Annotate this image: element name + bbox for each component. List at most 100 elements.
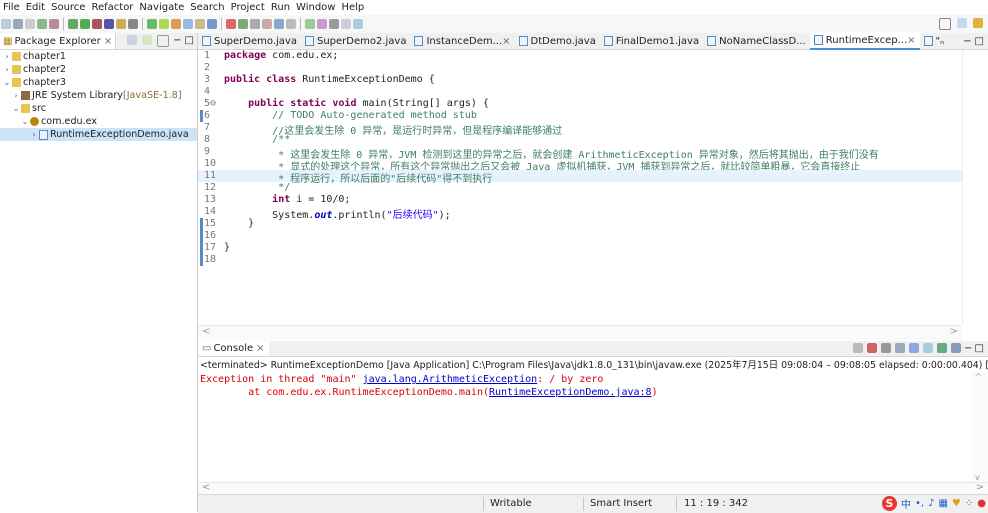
clear-console-icon[interactable] [895, 343, 906, 353]
editor-horizontal-scrollbar[interactable]: < > [198, 325, 962, 340]
scroll-left-icon[interactable]: < [202, 326, 210, 337]
menu-search[interactable]: Search [187, 2, 227, 13]
cursor-position[interactable]: 11 : 19 : 342 [684, 498, 748, 509]
scroll-left-icon[interactable]: < [202, 482, 210, 493]
code-editor[interactable]: 1 package com.edu.ex; 2 3 public class Runti… [198, 50, 962, 325]
view-menu-icon[interactable] [157, 35, 170, 47]
remove-all-icon[interactable] [881, 343, 892, 353]
collapsed-icon[interactable]: › [29, 130, 39, 139]
toolbar-button-icon[interactable] [305, 19, 315, 29]
expanded-icon[interactable]: ⌄ [2, 78, 12, 87]
editor-tab[interactable]: NoNameClassD... [703, 33, 810, 49]
editor-tab[interactable]: "ₙ [920, 33, 949, 49]
editor-tab[interactable]: RuntimeExcep... × [809, 32, 920, 50]
menu-window[interactable]: Window [293, 2, 338, 13]
toolbar-button-icon[interactable] [116, 19, 126, 29]
java-perspective-icon[interactable] [973, 18, 983, 28]
editor-tab[interactable]: InstanceDem... × [410, 33, 514, 49]
collapsed-icon[interactable]: › [11, 91, 21, 100]
maximize-icon[interactable]: □ [185, 35, 194, 47]
terminate-icon[interactable] [853, 343, 864, 353]
menu-edit[interactable]: Edit [23, 2, 48, 13]
toolbar-button-icon[interactable] [128, 19, 138, 29]
toolbar-button-icon[interactable] [1, 19, 11, 29]
toolbar-button-icon[interactable] [353, 19, 363, 29]
toolbar-button-icon[interactable] [147, 19, 157, 29]
toolbar-button-icon[interactable] [329, 19, 339, 29]
toolbar-button-icon[interactable] [13, 19, 23, 29]
tree-item[interactable]: › chapter2 [0, 63, 197, 76]
editor-overview-ruler[interactable] [962, 50, 988, 325]
collapsed-icon[interactable]: › [2, 65, 12, 74]
scroll-right-icon[interactable]: > [950, 326, 958, 337]
pin-console-icon[interactable] [923, 343, 934, 353]
display-console-icon[interactable] [937, 343, 948, 353]
toolbar-button-icon[interactable] [68, 19, 78, 29]
close-icon[interactable]: × [256, 343, 264, 354]
scroll-down-icon[interactable]: v [975, 473, 980, 482]
link-editor-icon[interactable] [142, 35, 153, 45]
tree-item[interactable]: › JRE System Library [JavaSE-1.8] [0, 89, 197, 102]
search-icon[interactable] [939, 18, 951, 30]
open-console-icon[interactable] [951, 343, 962, 353]
tree-item[interactable]: ⌄ chapter3 [0, 76, 197, 89]
toolbar-button-icon[interactable] [250, 19, 260, 29]
toolbar-button-icon[interactable] [262, 19, 272, 29]
exception-link[interactable]: java.lang.ArithmeticException [363, 374, 538, 385]
scroll-up-icon[interactable]: ^ [975, 372, 982, 381]
tab-package-explorer[interactable]: ▦ Package Explorer × [0, 33, 117, 49]
minimize-icon[interactable]: − [964, 343, 972, 354]
maximize-icon[interactable]: □ [975, 36, 984, 47]
menu-source[interactable]: Source [48, 2, 88, 13]
more-icon[interactable]: ● [977, 498, 986, 509]
toolbar-button-icon[interactable] [183, 19, 193, 29]
toolbar-button-icon[interactable] [80, 19, 90, 29]
editor-tab[interactable]: SuperDemo2.java [301, 33, 411, 49]
expanded-icon[interactable]: ⌄ [20, 117, 30, 126]
toolbar-button-icon[interactable] [274, 19, 284, 29]
tab-console[interactable]: ▭ Console × [198, 341, 269, 356]
minimize-icon[interactable]: − [963, 36, 971, 47]
collapsed-icon[interactable]: › [2, 52, 12, 61]
toolbar-button-icon[interactable] [104, 19, 114, 29]
minimize-icon[interactable]: − [173, 35, 181, 47]
scroll-right-icon[interactable]: > [976, 482, 984, 493]
open-perspective-icon[interactable] [957, 18, 967, 28]
toolbar-button-icon[interactable] [207, 19, 217, 29]
remove-launch-icon[interactable] [867, 343, 878, 353]
console-output[interactable]: Exception in thread "main" java.lang.Ari… [198, 372, 972, 482]
punctuation-icon[interactable]: •, [915, 498, 924, 509]
toolbar-button-icon[interactable] [92, 19, 102, 29]
menu-file[interactable]: File [0, 2, 23, 13]
ime-language-toggle[interactable]: 中 [901, 496, 911, 511]
menu-run[interactable]: Run [268, 2, 293, 13]
toolbar-button-icon[interactable] [286, 19, 296, 29]
toolbar-button-icon[interactable] [159, 19, 169, 29]
sogou-logo-icon[interactable]: S [881, 496, 897, 511]
toolbar-button-icon[interactable] [317, 19, 327, 29]
toolbar-button-icon[interactable] [226, 19, 236, 29]
editor-tab[interactable]: SuperDemo.java [198, 33, 301, 49]
toolbar-button-icon[interactable] [195, 19, 205, 29]
toolbar-button-icon[interactable] [37, 19, 47, 29]
keyboard-icon[interactable]: ▦ [938, 498, 947, 509]
menu-help[interactable]: Help [338, 2, 367, 13]
editor-tab[interactable]: FinalDemo1.java [600, 33, 703, 49]
source-link[interactable]: RuntimeExceptionDemo.java:8 [489, 387, 652, 398]
menu-refactor[interactable]: Refactor [88, 2, 136, 13]
tree-item[interactable]: ⌄ src [0, 102, 197, 115]
toolbar-button-icon[interactable] [25, 19, 35, 29]
toolbar-button-icon[interactable] [49, 19, 59, 29]
expanded-icon[interactable]: ⌄ [11, 104, 21, 113]
toolbar-button-icon[interactable] [238, 19, 248, 29]
editor-tab[interactable]: DtDemo.java [515, 33, 600, 49]
microphone-icon[interactable]: ♪ [928, 498, 934, 509]
close-icon[interactable]: × [907, 35, 915, 46]
tree-item[interactable]: › RuntimeExceptionDemo.java [0, 128, 197, 141]
menu-project[interactable]: Project [228, 2, 268, 13]
toolbox-icon[interactable]: ⁘ [965, 498, 973, 509]
tree-item[interactable]: › chapter1 [0, 50, 197, 63]
collapse-all-icon[interactable] [127, 35, 138, 45]
maximize-icon[interactable]: □ [975, 343, 984, 354]
skin-icon[interactable]: ♥ [952, 498, 961, 509]
